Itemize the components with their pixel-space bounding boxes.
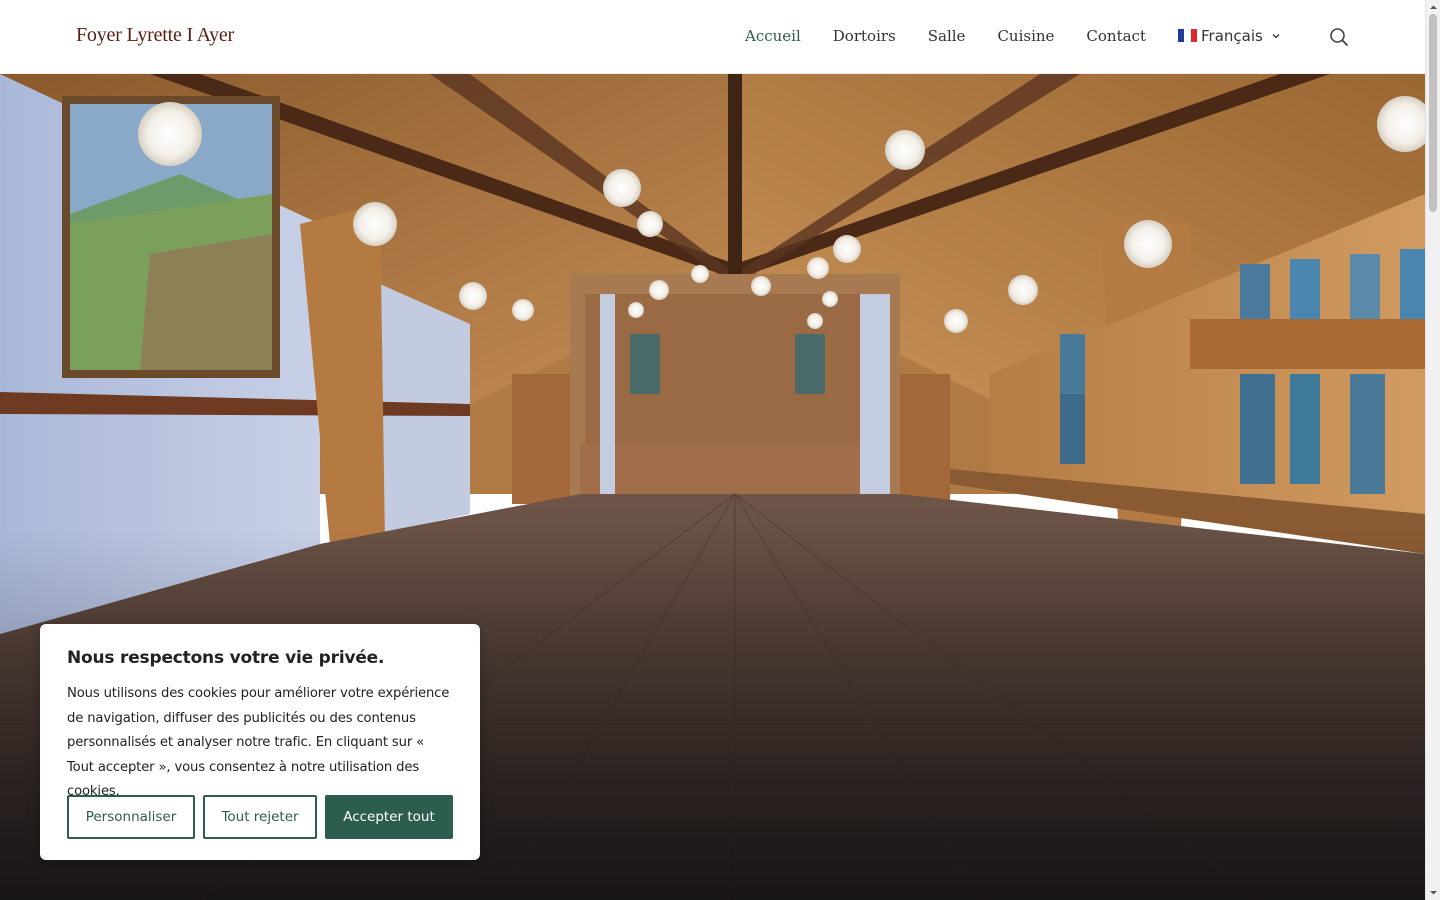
- search-icon[interactable]: [1329, 27, 1349, 47]
- cookie-title: Nous respectons votre vie privée.: [67, 648, 385, 668]
- nav-item-dortoirs[interactable]: Dortoirs: [833, 27, 896, 45]
- page-scrollbar[interactable]: [1425, 0, 1440, 900]
- language-switcher[interactable]: Français: [1177, 27, 1281, 45]
- nav-item-cuisine[interactable]: Cuisine: [997, 27, 1054, 45]
- site-header: Foyer Lyrette I Ayer Accueil Dortoirs Sa…: [0, 0, 1425, 74]
- scroll-down-arrow-icon[interactable]: [1429, 888, 1438, 897]
- accept-all-cookies-button[interactable]: Accepter tout: [325, 795, 453, 839]
- customize-cookies-button[interactable]: Personnaliser: [67, 795, 195, 839]
- nav-item-salle[interactable]: Salle: [928, 27, 966, 45]
- site-logo[interactable]: Foyer Lyrette I Ayer: [76, 24, 234, 47]
- language-label: Français: [1200, 27, 1263, 45]
- scrollbar-thumb[interactable]: [1429, 14, 1437, 212]
- main-nav: Accueil Dortoirs Salle Cuisine Contact F…: [745, 27, 1281, 45]
- nav-item-contact[interactable]: Contact: [1086, 27, 1146, 45]
- chevron-down-icon: [1272, 34, 1280, 39]
- scroll-up-arrow-icon[interactable]: [1429, 3, 1438, 12]
- france-flag-icon: [1177, 28, 1197, 42]
- cookie-consent-banner: Nous respectons votre vie privée. Nous u…: [40, 624, 480, 860]
- cookie-buttons: Personnaliser Tout rejeter Accepter tout: [67, 795, 461, 839]
- cookie-text: Nous utilisons des cookies pour améliore…: [67, 686, 450, 800]
- nav-item-accueil[interactable]: Accueil: [745, 27, 801, 45]
- reject-all-cookies-button[interactable]: Tout rejeter: [203, 795, 317, 839]
